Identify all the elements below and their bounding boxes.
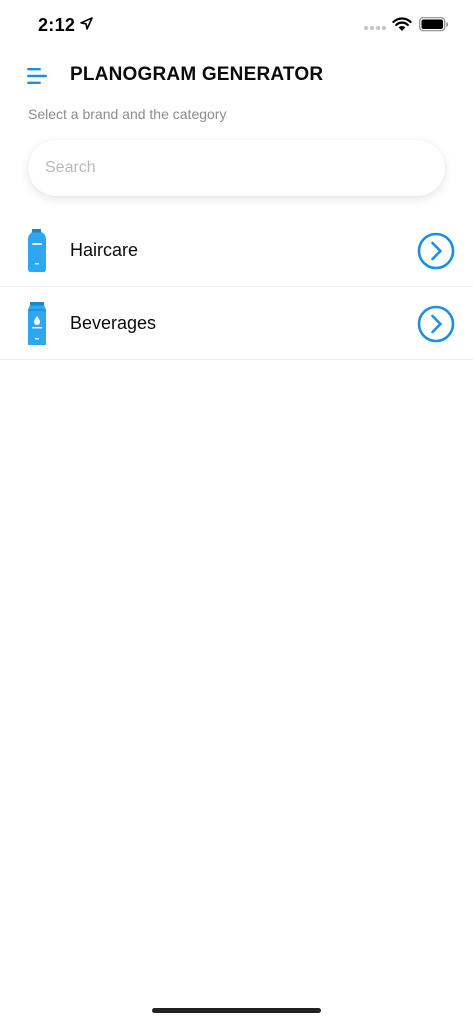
battery-icon — [419, 17, 448, 32]
list-item-label: Beverages — [70, 313, 157, 333]
status-bar: 2:12 — [0, 0, 473, 52]
category-list: Haircare Beverages — [0, 214, 473, 360]
cellular-signal-icon — [364, 26, 386, 30]
location-arrow-icon — [80, 17, 93, 30]
status-time: 2:12 — [38, 15, 76, 35]
home-indicator[interactable] — [152, 1008, 321, 1013]
search-input[interactable] — [28, 140, 445, 196]
app-screen: 2:12 PLANOGRAM GENERATOR Select a brand … — [0, 0, 473, 1024]
list-item-label: Haircare — [70, 240, 139, 260]
beverage-carton-icon — [28, 302, 46, 345]
search-bar — [28, 140, 445, 196]
page-title: PLANOGRAM GENERATOR — [70, 64, 324, 85]
page-subtitle: Select a brand and the category — [28, 106, 227, 122]
list-item-haircare[interactable]: Haircare — [0, 214, 473, 287]
shampoo-bottle-icon — [28, 229, 46, 272]
menu-icon[interactable] — [26, 66, 50, 86]
wifi-icon — [392, 17, 412, 31]
chevron-right-icon[interactable] — [417, 232, 455, 270]
list-item-beverages[interactable]: Beverages — [0, 287, 473, 360]
chevron-right-icon[interactable] — [417, 305, 455, 343]
